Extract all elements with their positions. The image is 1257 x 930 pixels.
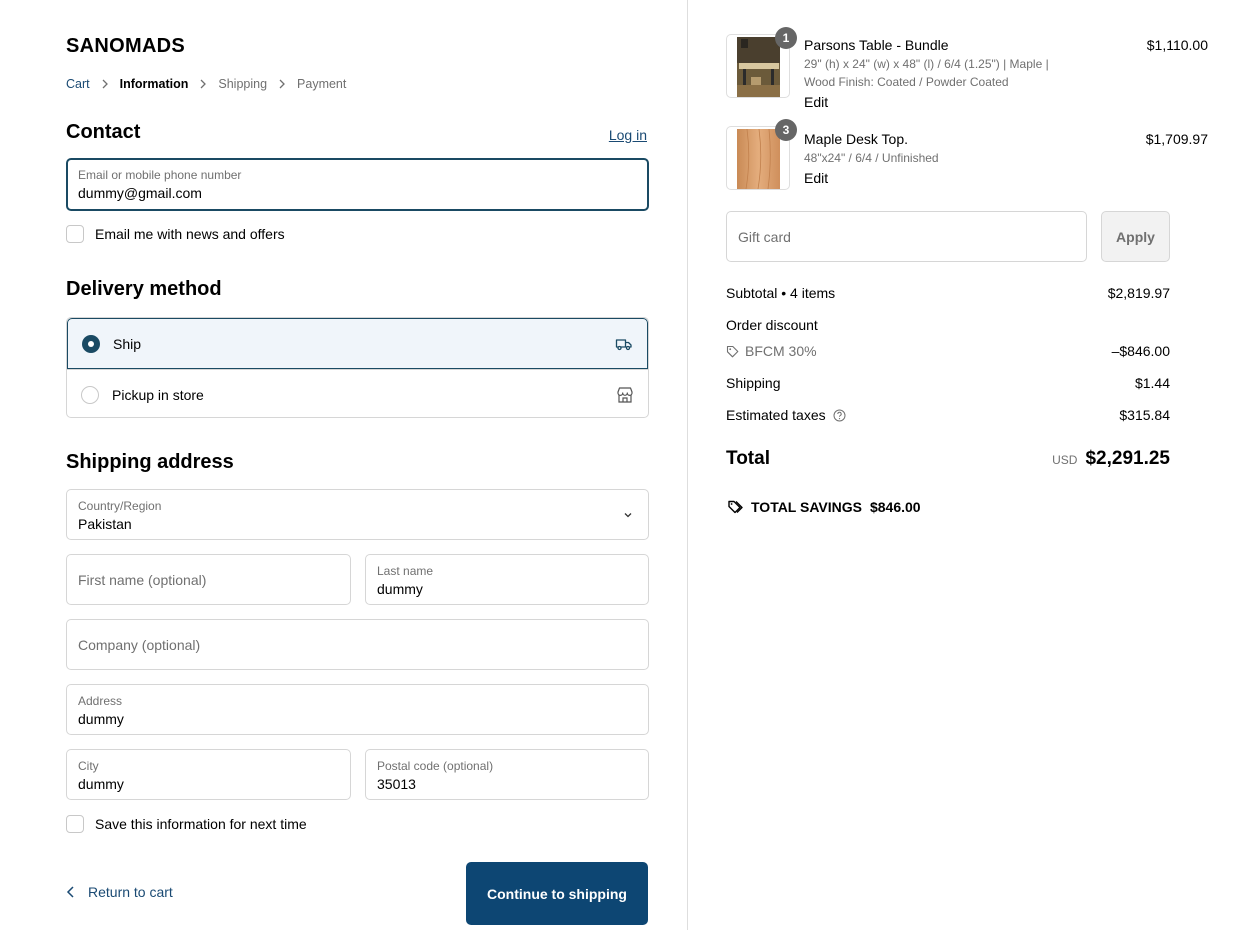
pickup-label: Pickup in store [112,386,204,403]
delivery-option-pickup[interactable]: Pickup in store [67,369,648,417]
shipping-label: Shipping [726,375,781,391]
delivery-heading: Delivery method [66,278,222,300]
total-label: Total [726,448,770,469]
maple-desk-top-image [737,129,780,189]
country-label: Country/Region [78,499,162,513]
taxes-value: $315.84 [1119,407,1170,423]
order-summary-column: 1 Parsons Table - Bundle 29" (h) x 24" (… [688,0,1257,930]
address-label: Address [78,694,123,708]
breadcrumb: Cart Information Shipping Payment [66,77,346,91]
news-checkbox-label: Email me with news and offers [95,226,285,242]
city-value: dummy [78,776,124,792]
delivery-option-ship[interactable]: Ship [67,318,648,369]
item-price: $1,709.97 [1145,131,1208,147]
item-name: Maple Desk Top. [804,131,909,147]
login-link[interactable]: Log in [609,127,647,143]
address-input[interactable]: Address dummy [66,684,649,735]
store-icon [617,387,633,403]
tags-icon [728,500,743,514]
total-savings: TOTAL SAVINGS $846.00 [726,499,921,515]
parsons-table-image [737,37,780,97]
shipping-row: Shipping $1.44 [726,375,1170,391]
line-item: 3 Maple Desk Top. 48"x24" / 6/4 / Unfini… [726,119,1208,190]
last-name-label: Last name [377,564,434,578]
chevron-left-icon [66,886,74,898]
postal-code-value: 35013 [377,776,416,792]
truck-icon [615,339,632,351]
subtotal-row: Subtotal • 4 items $2,819.97 [726,285,1170,301]
ship-label: Ship [113,335,142,352]
city-input[interactable]: City dummy [66,749,351,800]
return-to-cart-link[interactable]: Return to cart [66,884,173,900]
total-value: $2,291.25 [1085,448,1170,469]
savings-label: TOTAL SAVINGS [751,499,862,515]
last-name-value: dummy [377,581,423,597]
chevron-right-icon [199,79,207,89]
quantity-badge: 1 [775,27,797,49]
item-variant: 48"x24" / 6/4 / Unfinished [804,151,939,165]
discount-code: BFCM 30% [726,343,817,359]
item-name: Parsons Table - Bundle [804,37,949,53]
taxes-label: Estimated taxes [726,407,826,423]
edit-item-link[interactable]: Edit [804,170,828,186]
ship-radio[interactable] [82,334,100,353]
city-label: City [78,759,99,773]
continue-to-shipping-button[interactable]: Continue to shipping [466,862,648,925]
email-field[interactable]: Email or mobile phone number dummy@gmail… [66,158,649,211]
return-to-cart-label: Return to cart [88,884,173,900]
postal-code-label: Postal code (optional) [377,759,494,773]
line-item: 1 Parsons Table - Bundle 29" (h) x 24" (… [726,27,1208,114]
save-info-checkbox[interactable] [66,815,84,833]
taxes-row: Estimated taxes $315.84 [726,407,1170,423]
subtotal-label: Subtotal • 4 items [726,285,836,301]
country-value: Pakistan [78,516,132,532]
first-name-placeholder: First name (optional) [78,571,207,588]
breadcrumb-payment: Payment [297,77,347,91]
address-value: dummy [78,711,124,727]
first-name-input[interactable]: First name (optional) [66,554,351,605]
gift-card-input[interactable]: Gift card [726,211,1087,262]
shipping-address-heading: Shipping address [66,451,234,473]
savings-value: $846.00 [869,499,921,515]
checkout-form-column: SANOMADS Cart Information Shipping Payme… [0,0,688,930]
breadcrumb-shipping: Shipping [218,77,268,91]
company-input[interactable]: Company (optional) [66,619,649,670]
company-placeholder: Company (optional) [78,636,201,653]
breadcrumb-cart[interactable]: Cart [66,77,90,91]
chevron-right-icon [101,79,109,89]
shipping-value: $1.44 [1134,375,1170,391]
tag-icon [726,345,739,357]
news-checkbox-row[interactable]: Email me with news and offers [66,225,285,243]
quantity-badge: 3 [775,119,797,141]
email-field-label: Email or mobile phone number [78,168,242,182]
gift-card-placeholder: Gift card [738,228,791,245]
edit-item-link[interactable]: Edit [804,94,828,110]
email-field-value: dummy@gmail.com [78,185,202,201]
store-logo[interactable]: SANOMADS [66,35,185,58]
last-name-input[interactable]: Last name dummy [365,554,649,605]
total-row: Total USD $2,291.25 [726,448,1170,470]
pickup-radio[interactable] [81,385,99,404]
question-circle-icon[interactable] [833,409,846,422]
subtotal-value: $2,819.97 [1107,285,1170,301]
postal-code-input[interactable]: Postal code (optional) 35013 [365,749,649,800]
contact-heading: Contact [66,121,141,143]
item-variant: 29" (h) x 24" (w) x 48" (l) / 6/4 (1.25"… [804,57,1049,89]
apply-button[interactable]: Apply [1101,211,1170,262]
order-discount-label: Order discount [726,317,818,333]
discount-code-row: BFCM 30% –$846.00 [726,343,1170,359]
save-info-label: Save this information for next time [95,816,307,832]
delivery-method-group: Ship Pickup in store [66,317,649,418]
chevron-down-icon [624,513,632,518]
currency-code: USD [1052,453,1078,467]
country-select[interactable]: Country/Region Pakistan [66,489,649,540]
save-info-checkbox-row[interactable]: Save this information for next time [66,815,307,833]
order-discount-row: Order discount [726,317,1170,333]
news-checkbox[interactable] [66,225,84,243]
chevron-right-icon [278,79,286,89]
item-price: $1,110.00 [1146,37,1208,53]
breadcrumb-information: Information [119,77,189,91]
discount-value: –$846.00 [1111,343,1170,359]
